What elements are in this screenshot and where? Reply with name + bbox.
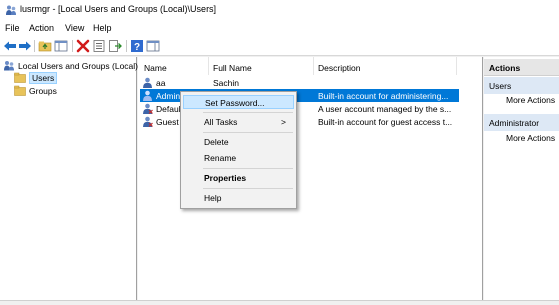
user-description: A user account managed by the s... bbox=[318, 103, 452, 114]
column-divider[interactable] bbox=[313, 57, 314, 75]
toolbar-separator bbox=[72, 40, 73, 52]
set-password-menu-item[interactable]: Set Password... bbox=[183, 95, 294, 109]
actions-section-users[interactable]: Users bbox=[484, 77, 559, 94]
title-bar: lusrmgr - [Local Users and Groups (Local… bbox=[0, 0, 559, 20]
folder-icon bbox=[14, 85, 26, 96]
toolbar-separator bbox=[34, 40, 35, 52]
user-full-name: Sachin bbox=[213, 77, 239, 88]
show-hide-action-pane-icon[interactable] bbox=[146, 39, 160, 53]
menu-help[interactable]: Help bbox=[93, 23, 112, 33]
menu-item-label: Properties bbox=[204, 173, 247, 183]
back-icon[interactable] bbox=[3, 39, 17, 53]
more-actions-users-link[interactable]: More Actions bbox=[506, 95, 555, 105]
tree-groups-label: Groups bbox=[29, 86, 57, 96]
folder-icon bbox=[14, 72, 26, 83]
delete-icon[interactable] bbox=[76, 39, 90, 53]
actions-title: Actions bbox=[484, 59, 559, 76]
user-icon bbox=[142, 90, 153, 101]
menu-separator bbox=[203, 168, 293, 169]
tree-users-label: Users bbox=[29, 72, 58, 84]
submenu-arrow-icon: > bbox=[281, 117, 286, 127]
user-description: Built-in account for guest access t... bbox=[318, 116, 453, 127]
help-menu-item[interactable]: Help bbox=[183, 191, 294, 205]
menu-bar: File Action View Help bbox=[0, 20, 559, 36]
users-groups-icon bbox=[3, 60, 15, 71]
menu-separator bbox=[203, 112, 293, 113]
column-divider[interactable] bbox=[456, 57, 457, 75]
user-icon bbox=[142, 116, 153, 127]
menu-action[interactable]: Action bbox=[29, 23, 54, 33]
menu-item-label: Rename bbox=[204, 153, 237, 163]
up-folder-icon[interactable] bbox=[38, 39, 52, 53]
toolbar: ? bbox=[0, 36, 559, 56]
menu-view[interactable]: View bbox=[65, 23, 84, 33]
user-icon bbox=[142, 77, 153, 88]
column-divider[interactable] bbox=[208, 57, 209, 75]
user-icon bbox=[142, 103, 153, 114]
status-bar bbox=[0, 300, 559, 305]
menu-item-label: Help bbox=[204, 193, 222, 203]
properties-icon[interactable] bbox=[92, 39, 106, 53]
context-menu: Set Password... All Tasks > Delete Renam… bbox=[180, 91, 297, 209]
properties-menu-item[interactable]: Properties bbox=[183, 171, 294, 185]
actions-pane: Actions Users More Actions Administrator… bbox=[484, 57, 559, 300]
svg-text:?: ? bbox=[134, 42, 140, 53]
menu-file[interactable]: File bbox=[5, 23, 20, 33]
user-row-aa[interactable]: aa Sachin bbox=[140, 76, 459, 89]
column-header-description[interactable]: Description bbox=[318, 63, 361, 73]
all-tasks-menu-item[interactable]: All Tasks > bbox=[183, 115, 294, 129]
column-header-full-name[interactable]: Full Name bbox=[213, 63, 252, 73]
menu-separator bbox=[203, 132, 293, 133]
users-app-icon bbox=[5, 4, 17, 16]
tree-root-label: Local Users and Groups (Local) bbox=[18, 61, 139, 71]
menu-item-label: Set Password... bbox=[205, 98, 265, 108]
menu-item-label: All Tasks bbox=[204, 117, 238, 127]
menu-separator bbox=[203, 188, 293, 189]
column-header-name[interactable]: Name bbox=[144, 63, 167, 73]
forward-icon[interactable] bbox=[18, 39, 32, 53]
show-hide-tree-icon[interactable] bbox=[54, 39, 68, 53]
more-actions-administrator-link[interactable]: More Actions bbox=[506, 133, 555, 143]
delete-menu-item[interactable]: Delete bbox=[183, 135, 294, 149]
window-title: lusrmgr - [Local Users and Groups (Local… bbox=[20, 4, 217, 14]
menu-item-label: Delete bbox=[204, 137, 229, 147]
rename-menu-item[interactable]: Rename bbox=[183, 151, 294, 165]
user-name: aa bbox=[156, 77, 166, 88]
toolbar-separator bbox=[126, 40, 127, 52]
user-description: Built-in account for administering... bbox=[318, 90, 449, 101]
help-icon[interactable]: ? bbox=[130, 39, 144, 53]
console-tree: Local Users and Groups (Local) Users Gro… bbox=[0, 57, 139, 300]
actions-section-administrator[interactable]: Administrator bbox=[484, 114, 559, 131]
export-list-icon[interactable] bbox=[108, 39, 122, 53]
